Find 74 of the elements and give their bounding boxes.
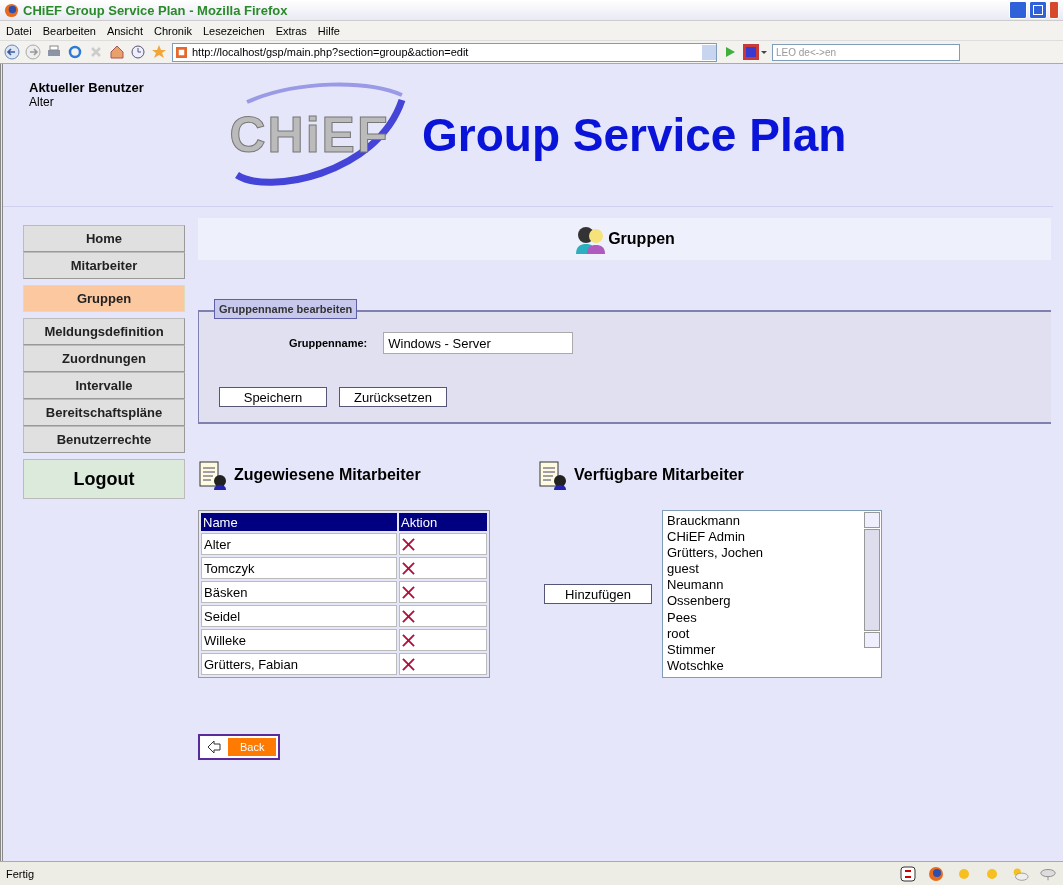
page-icon xyxy=(176,46,187,58)
table-cell: Seidel xyxy=(201,605,397,627)
list-item[interactable]: Neumann xyxy=(667,577,859,594)
search-engine-icon[interactable] xyxy=(743,44,767,60)
form-button[interactable]: Speichern xyxy=(219,387,327,407)
current-user-label: Aktueller Benutzer xyxy=(29,80,145,95)
delete-icon[interactable] xyxy=(402,633,415,647)
reload-icon[interactable] xyxy=(67,44,83,60)
addon-icon[interactable] xyxy=(899,865,917,882)
delete-icon[interactable] xyxy=(402,561,415,575)
assigned-heading: Zugewiesene Mitarbeiter xyxy=(234,466,421,484)
table-cell: Willeke xyxy=(201,629,397,651)
field-label: Gruppenname: xyxy=(289,337,368,349)
nav-item[interactable]: Benutzerrechte xyxy=(23,426,185,453)
document-person-icon xyxy=(538,460,568,490)
star-icon[interactable] xyxy=(151,44,167,60)
delete-icon[interactable] xyxy=(402,585,415,599)
delete-icon[interactable] xyxy=(402,609,415,623)
home-icon[interactable] xyxy=(109,44,125,60)
add-button[interactable]: Hinzufügen xyxy=(544,584,652,604)
list-item[interactable]: Ossenberg xyxy=(667,593,859,610)
browser-icon[interactable] xyxy=(927,865,945,882)
section-title: Gruppen xyxy=(608,230,675,248)
delete-icon[interactable] xyxy=(402,657,415,671)
close-button[interactable] xyxy=(1049,1,1059,19)
list-item[interactable]: Grütters, Jochen xyxy=(667,545,859,562)
nav-item[interactable]: Bereitschaftspläne xyxy=(23,399,185,426)
column-header: Name xyxy=(201,513,397,531)
nav-item[interactable]: Meldungsdefinition xyxy=(23,318,185,345)
people-icon xyxy=(574,224,607,254)
browser-icon xyxy=(4,2,19,18)
form-button[interactable]: Zurücksetzen xyxy=(339,387,447,407)
list-item[interactable]: Wotschke xyxy=(667,657,859,674)
table-cell: Bäsken xyxy=(201,581,397,603)
form-legend: Gruppenname bearbeiten xyxy=(214,299,358,319)
menu-item[interactable]: Chronik xyxy=(154,24,192,37)
back-icon[interactable] xyxy=(4,44,20,60)
nav-item[interactable]: Zuordnungen xyxy=(23,345,185,372)
menu-item[interactable]: Extras xyxy=(275,24,307,37)
nav-item[interactable]: Gruppen xyxy=(23,285,185,312)
search-field[interactable]: LEO de<->en xyxy=(772,43,960,61)
list-item[interactable]: CHiEF Admin xyxy=(667,529,859,546)
list-item[interactable]: Stimmer xyxy=(667,641,859,658)
address-field[interactable]: http://localhost/gsp/main.php?section=group&action=edit xyxy=(172,42,717,62)
list-item[interactable]: guest xyxy=(667,561,859,578)
maximize-button[interactable] xyxy=(1029,1,1047,19)
document-person-icon xyxy=(198,460,228,490)
menu-item[interactable]: Datei xyxy=(6,24,32,37)
forward-icon[interactable] xyxy=(25,44,41,60)
group-name-field[interactable]: Windows - Server xyxy=(383,332,574,354)
menu-item[interactable]: Bearbeiten xyxy=(42,24,96,37)
column-header: Aktion xyxy=(399,513,487,531)
list-item[interactable]: Brauckmann xyxy=(667,513,859,530)
delete-icon[interactable] xyxy=(402,537,415,551)
employee-listbox[interactable]: Brauckmann CHiEF Admin Grütters, Jochen guest Neumann Ossenberg Pees root Stimmer Wotschke xyxy=(662,510,882,678)
available-heading: Verfügbare Mitarbeiter xyxy=(574,466,744,484)
table-cell: Grütters, Fabian xyxy=(201,653,397,675)
menu-item[interactable]: Ansicht xyxy=(106,24,143,37)
list-item[interactable]: root xyxy=(667,625,859,642)
current-user-name: Alter xyxy=(29,95,55,109)
minimize-button[interactable] xyxy=(1009,1,1027,19)
menu-item[interactable]: Hilfe xyxy=(317,24,340,37)
status-text: Fertig xyxy=(6,867,35,880)
nav-item[interactable]: Intervalle xyxy=(23,372,185,399)
menu-item[interactable]: Lesezeichen xyxy=(202,24,265,37)
nav-item[interactable]: Home xyxy=(23,225,185,252)
site-title: Group Service Plan xyxy=(422,108,847,162)
table-cell: Tomczyk xyxy=(201,557,397,579)
table-cell: Alter xyxy=(201,533,397,555)
list-item[interactable]: Pees xyxy=(667,609,859,626)
nav-item[interactable]: Mitarbeiter xyxy=(23,252,185,279)
logout-button[interactable]: Logout xyxy=(23,459,185,499)
history-icon[interactable] xyxy=(130,44,146,60)
window-title: CHiEF Group Service Plan - Mozilla Firefox xyxy=(23,2,288,18)
